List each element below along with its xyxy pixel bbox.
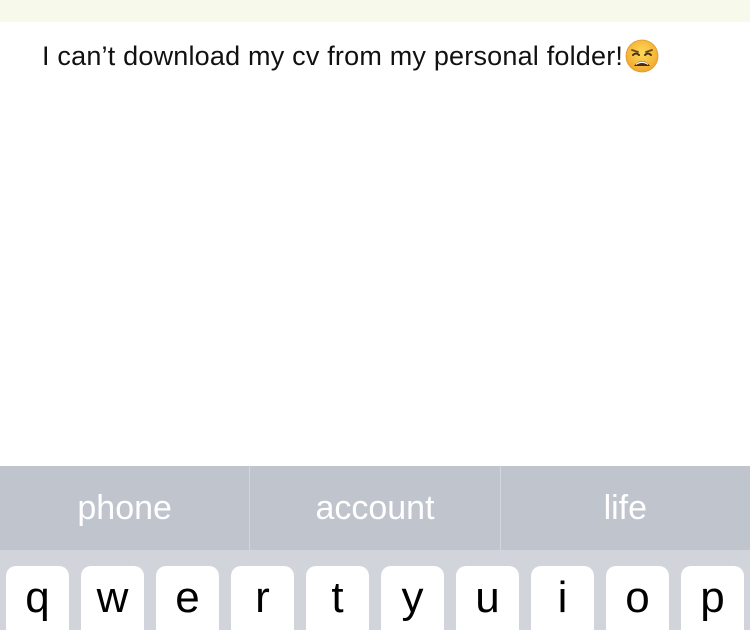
top-bar (0, 0, 750, 22)
message-line: I can’t download my cv from my personal … (42, 38, 659, 74)
key-t[interactable]: t (306, 566, 369, 630)
key-w[interactable]: w (81, 566, 144, 630)
message-input-area[interactable]: I can’t download my cv from my personal … (0, 22, 750, 466)
key-y[interactable]: y (381, 566, 444, 630)
keyboard-row-1: q w e r t y u i o p (6, 566, 744, 630)
key-p[interactable]: p (681, 566, 744, 630)
suggestion-account[interactable]: account (250, 466, 499, 550)
key-o[interactable]: o (606, 566, 669, 630)
key-i[interactable]: i (531, 566, 594, 630)
keyboard: q w e r t y u i o p (0, 550, 750, 630)
predictive-suggestion-bar: phone account life (0, 466, 750, 550)
key-e[interactable]: e (156, 566, 219, 630)
weary-face-icon (625, 39, 659, 73)
key-q[interactable]: q (6, 566, 69, 630)
suggestion-phone[interactable]: phone (0, 466, 249, 550)
screen: I can’t download my cv from my personal … (0, 0, 750, 630)
key-u[interactable]: u (456, 566, 519, 630)
message-text: I can’t download my cv from my personal … (42, 40, 624, 71)
key-r[interactable]: r (231, 566, 294, 630)
suggestion-life[interactable]: life (501, 466, 750, 550)
